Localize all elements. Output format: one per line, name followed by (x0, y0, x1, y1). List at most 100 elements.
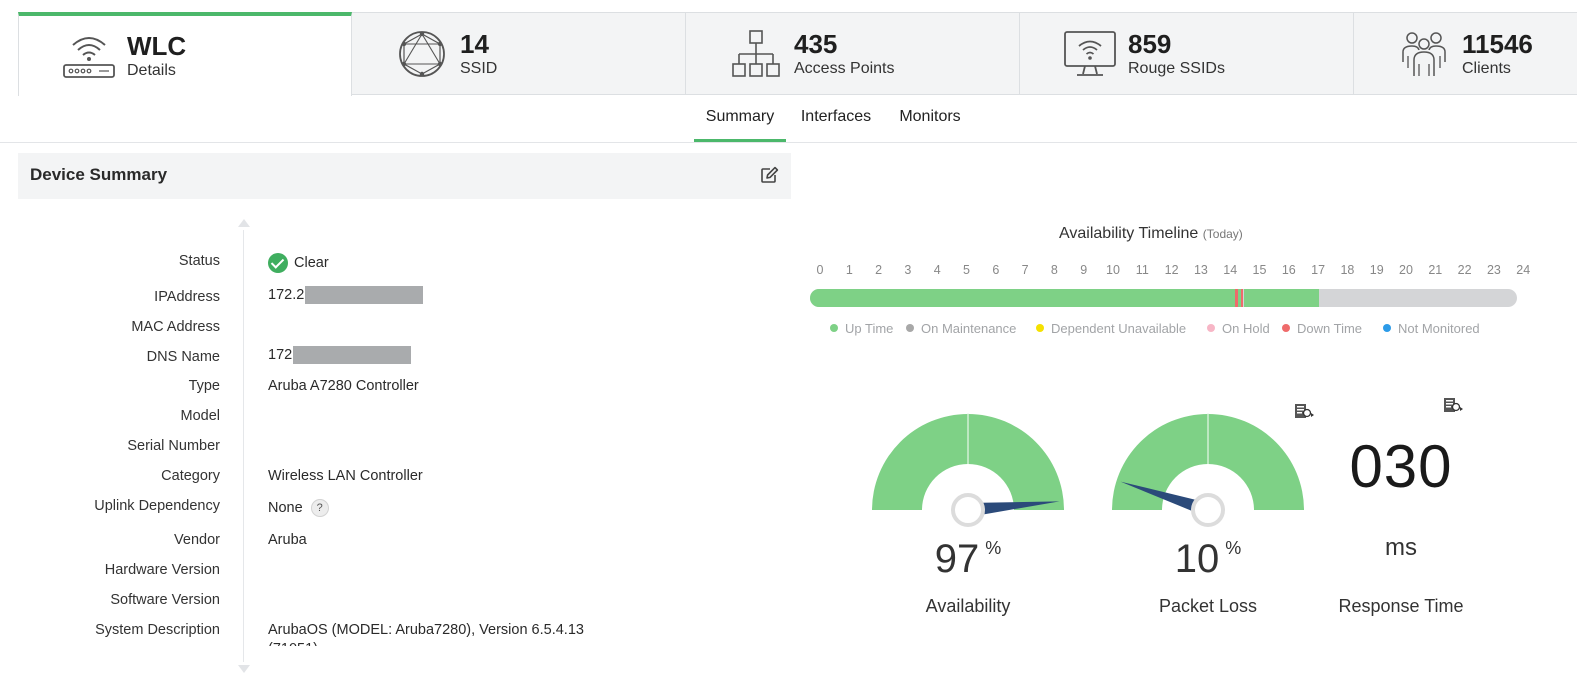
vendor-label: Vendor (174, 532, 220, 548)
timeline-title-text: Availability Timeline (1059, 225, 1199, 242)
gauge-hub (951, 493, 985, 527)
dns-name-label: DNS Name (146, 349, 220, 365)
timeline-hour-tick: 19 (1369, 263, 1384, 277)
mac-address-label: MAC Address (131, 319, 220, 335)
uplink-dependency-value: None? (268, 499, 329, 517)
ip-address-value: 172.2 (268, 286, 424, 304)
vendor-value: Aruba (268, 532, 307, 548)
hierarchy-icon (726, 26, 786, 82)
response-time-value: 030 (1349, 433, 1453, 500)
software-version-label: Software Version (110, 592, 220, 608)
timeline-subtitle: (Today) (1202, 227, 1243, 241)
response-time-unit: ms (1385, 534, 1417, 561)
timeline-hour-tick: 3 (904, 263, 912, 277)
legend-dot-icon (1036, 324, 1044, 332)
legend-item-up-time: Up Time (830, 321, 893, 336)
timeline-hour-tick: 1 (845, 263, 853, 277)
legend-dot-icon (830, 324, 838, 332)
report-icon[interactable] (1293, 402, 1315, 425)
legend-item-on-maintenance: On Maintenance (906, 321, 1016, 336)
legend-item-down-time: Down Time (1282, 321, 1362, 336)
globe-network-icon (392, 26, 452, 82)
redaction-bar (293, 346, 412, 364)
availability-gauge (872, 413, 1064, 527)
report-icon[interactable] (1442, 396, 1464, 419)
system-description-label: System Description (95, 622, 220, 638)
timeline-hour-tick: 6 (992, 263, 1000, 277)
timeline-hour-tick: 12 (1164, 263, 1179, 277)
legend-dot-icon (906, 324, 914, 332)
availability-timeline-bar[interactable] (810, 289, 1517, 307)
clients-count: 11546 (1462, 28, 1533, 59)
device-summary-header: Device Summary (18, 153, 791, 199)
timeline-hour-tick: 21 (1428, 263, 1443, 277)
status-text: Clear (294, 254, 329, 271)
serial-number-label: Serial Number (127, 438, 220, 454)
check-circle-icon (268, 253, 288, 273)
ssid-count: 14 (460, 28, 489, 59)
timeline-segment-up-time[interactable] (1243, 289, 1319, 307)
model-label: Model (180, 408, 221, 424)
edit-icon[interactable] (759, 165, 779, 190)
tab-access-points[interactable]: 435 Access Points (686, 12, 1020, 95)
packet-loss-value: 10% (1140, 537, 1276, 582)
timeline-legend: Up Time On Maintenance Dependent Unavailab… (830, 321, 1510, 337)
wlc-title: WLC (127, 31, 187, 61)
timeline-hour-tick: 8 (1050, 263, 1058, 277)
legend-dot-icon (1383, 324, 1391, 332)
gauge-hub (1191, 493, 1225, 527)
tab-clients[interactable]: 11546 Clients (1354, 12, 1577, 95)
tab-wlc-details[interactable]: WLC Details (18, 12, 352, 96)
timeline-hour-tick: 16 (1281, 263, 1296, 277)
timeline-hour-tick: 24 (1516, 263, 1531, 277)
timeline-hour-tick: 20 (1399, 263, 1413, 277)
timeline-hour-tick: 17 (1311, 263, 1326, 277)
hardware-version-label: Hardware Version (104, 562, 220, 578)
legend-dot-icon (1282, 324, 1290, 332)
timeline-segment-up-time[interactable] (810, 289, 1235, 307)
packet-loss-unit: % (1225, 538, 1242, 558)
users-group-icon (1394, 26, 1454, 82)
timeline-hour-tick: 15 (1252, 263, 1267, 277)
timeline-hour-axis: 0 1 2 3 4 5 6 7 8 9 10 11 12 13 14 15 16 17 18 19 20 21 22 23 24 (808, 263, 1531, 279)
tab-monitors[interactable]: Monitors (896, 95, 964, 142)
category-value: Wireless LAN Controller (268, 468, 423, 484)
access-points-label: Access Points (794, 59, 895, 77)
clients-label: Clients (1462, 59, 1511, 77)
scrollbar-track[interactable] (243, 230, 244, 662)
packet-loss-label: Packet Loss (1158, 596, 1258, 616)
router-wifi-icon (59, 28, 119, 84)
availability-label: Availability (925, 596, 1011, 616)
monitor-wifi-icon (1060, 26, 1120, 82)
scroll-up-arrow-icon[interactable] (238, 219, 250, 227)
status-value: Clear (268, 253, 329, 273)
category-label: Category (161, 468, 220, 484)
legend-dot-icon (1207, 324, 1215, 332)
redaction-bar (305, 286, 424, 304)
legend-item-on-hold: On Hold (1207, 321, 1270, 336)
tab-rogue-ssids[interactable]: 859 Rouge SSIDs (1020, 12, 1354, 95)
tab-ssid[interactable]: 14 SSID (352, 12, 686, 95)
availability-value: 97% (900, 537, 1036, 582)
tab-summary[interactable]: Summary (694, 95, 786, 142)
timeline-hour-tick: 5 (963, 263, 970, 277)
tab-interfaces[interactable]: Interfaces (798, 95, 874, 142)
ip-address-text: 172.2 (268, 286, 305, 303)
packet-loss-number: 10 (1174, 537, 1220, 581)
timeline-hour-tick: 13 (1193, 263, 1208, 277)
device-summary-title: Device Summary (30, 165, 168, 184)
dns-name-value: 172 (268, 346, 412, 364)
scroll-down-arrow-icon[interactable] (238, 665, 250, 673)
legend-item-dependent-unavailable: Dependent Unavailable (1036, 321, 1186, 336)
timeline-hour-tick: 23 (1486, 263, 1501, 277)
response-time-label: Response Time (1338, 596, 1464, 616)
uplink-dependency-label: Uplink Dependency (94, 498, 220, 514)
timeline-hour-tick: 7 (1021, 263, 1029, 277)
ip-address-label: IPAddress (154, 289, 220, 305)
timeline-hour-tick: 4 (933, 263, 941, 277)
rogue-ssids-label: Rouge SSIDs (1128, 59, 1225, 77)
legend-item-not-monitored: Not Monitored (1383, 321, 1480, 336)
wlc-subtitle: Details (127, 62, 176, 79)
help-icon[interactable]: ? (310, 499, 329, 517)
timeline-hour-tick: 11 (1135, 263, 1149, 277)
